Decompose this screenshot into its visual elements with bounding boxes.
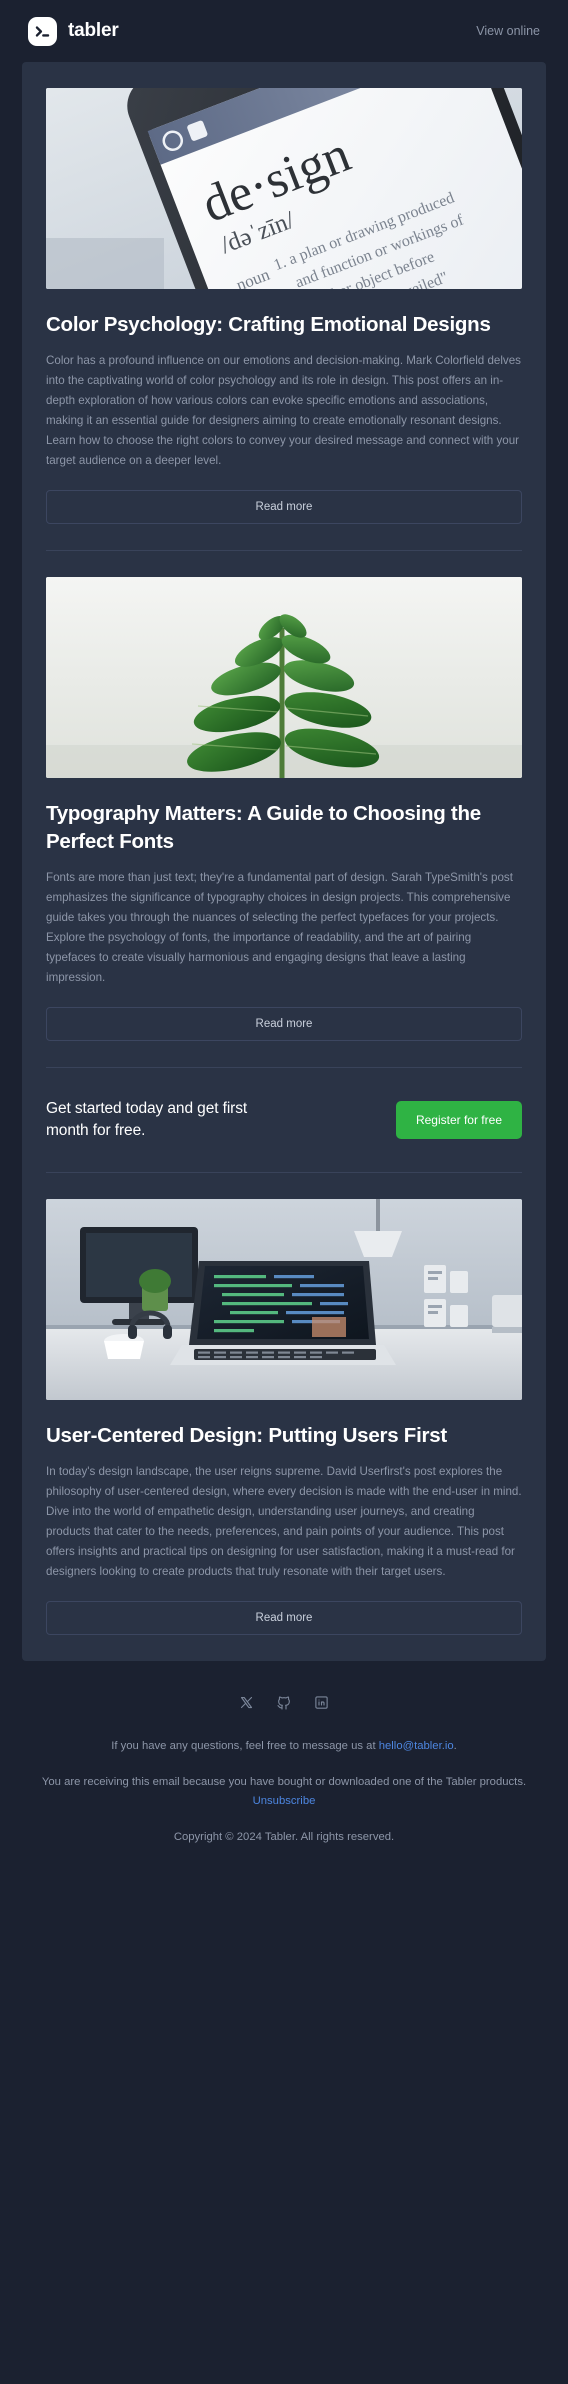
receiving-line: You are receiving this email because you… bbox=[28, 1773, 540, 1813]
register-for-free-button[interactable]: Register for free bbox=[395, 1100, 522, 1139]
article-title: Typography Matters: A Guide to Choosing … bbox=[46, 802, 481, 853]
email-footer: If you have any questions, feel free to … bbox=[0, 1661, 568, 1878]
article-body: Color has a profound influence on our em… bbox=[46, 354, 521, 468]
contact-prefix: If you have any questions, feel free to … bbox=[111, 1739, 379, 1752]
brand-name: tabler bbox=[68, 20, 119, 41]
article-body: In today's design landscape, the user re… bbox=[46, 1465, 522, 1578]
article-image bbox=[46, 1198, 522, 1400]
desk-workspace-laptop-code-photo bbox=[46, 1198, 522, 1400]
email-body: tabler View online de·sign /dəˈzīn/ noun… bbox=[0, 0, 568, 2384]
brand-logo[interactable]: tabler bbox=[28, 16, 119, 46]
article-body: Fonts are more than just text; they're a… bbox=[46, 871, 513, 984]
article-image: de·sign /dəˈzīn/ noun 1. a plan or drawi… bbox=[46, 88, 522, 289]
read-more-button[interactable]: Read more bbox=[46, 1600, 522, 1635]
linkedin-icon[interactable] bbox=[314, 1695, 329, 1710]
social-links bbox=[28, 1695, 540, 1711]
receiving-text: You are receiving this email because you… bbox=[41, 1775, 527, 1788]
terminal-prompt-icon bbox=[28, 16, 57, 46]
read-more-button[interactable]: Read more bbox=[46, 1006, 522, 1041]
cta-text: Get started today and get first month fo… bbox=[46, 1099, 248, 1139]
article-card: Typography Matters: A Guide to Choosing … bbox=[22, 551, 546, 1068]
smartphone-dictionary-design-photo: de·sign /dəˈzīn/ noun 1. a plan or drawi… bbox=[46, 88, 522, 289]
cta-banner: Get started today and get first month fo… bbox=[22, 1068, 546, 1172]
email-header: tabler View online bbox=[0, 0, 568, 62]
article-card: User-Centered Design: Putting Users Firs… bbox=[22, 1173, 546, 1661]
contact-suffix: . bbox=[453, 1739, 457, 1752]
read-more-button[interactable]: Read more bbox=[46, 490, 522, 525]
article-image bbox=[46, 577, 522, 779]
copyright-text: Copyright © 2024 Tabler. All rights rese… bbox=[173, 1831, 395, 1844]
newsletter-card: de·sign /dəˈzīn/ noun 1. a plan or drawi… bbox=[22, 62, 546, 1661]
github-icon[interactable] bbox=[276, 1695, 292, 1711]
unsubscribe-link[interactable]: Unsubscribe bbox=[253, 1795, 316, 1807]
green-plant-seedling-photo bbox=[46, 577, 522, 779]
support-email-link[interactable]: hello@tabler.io bbox=[379, 1740, 454, 1752]
article-title: Color Psychology: Crafting Emotional Des… bbox=[46, 313, 491, 336]
x-twitter-icon[interactable] bbox=[239, 1695, 254, 1710]
contact-line: If you have any questions, feel free to … bbox=[28, 1737, 540, 1757]
article-card: de·sign /dəˈzīn/ noun 1. a plan or drawi… bbox=[22, 62, 546, 552]
article-title: User-Centered Design: Putting Users Firs… bbox=[46, 1423, 447, 1447]
view-online-link[interactable]: View online bbox=[476, 24, 540, 38]
card-bottom-spacer bbox=[46, 1635, 522, 1661]
